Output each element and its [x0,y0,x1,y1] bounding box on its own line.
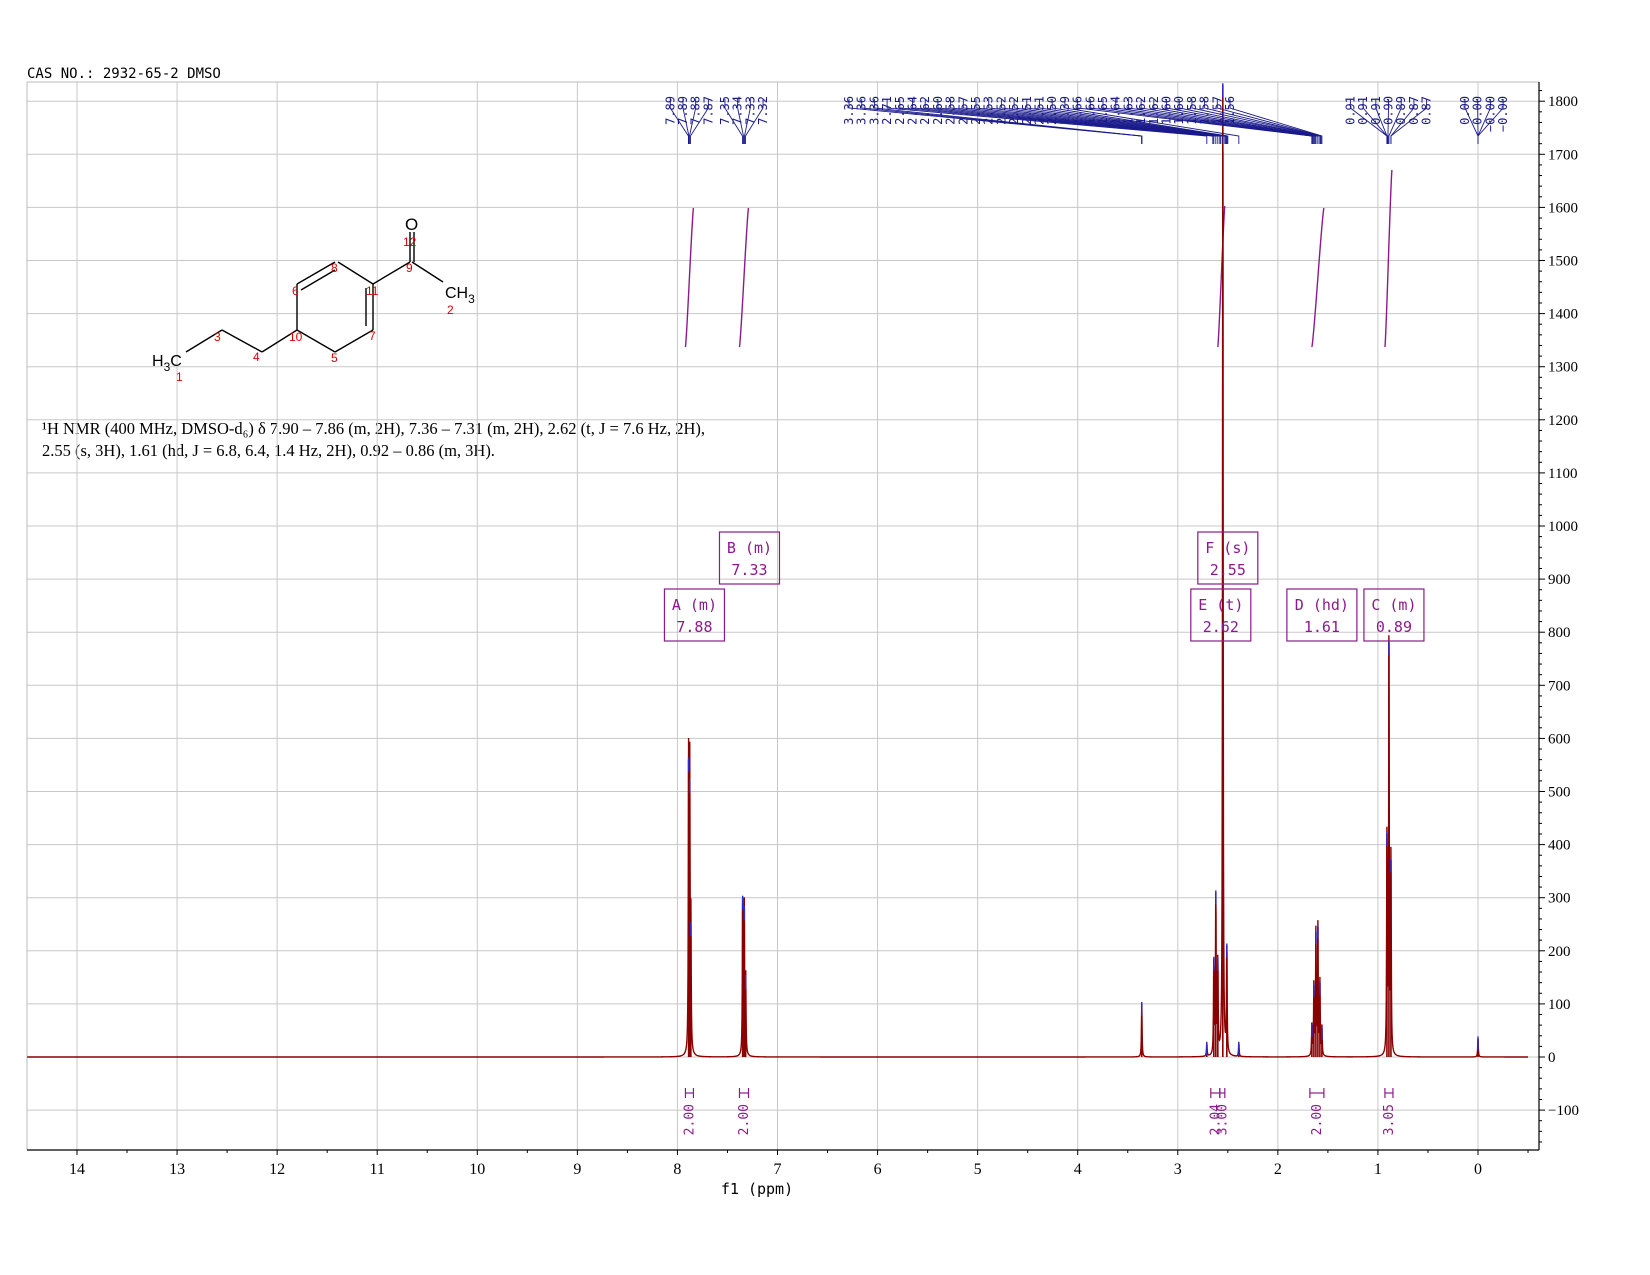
atom-number-2: 2 [447,303,454,317]
x-tick-label: 10 [469,1161,485,1178]
y-tick-label: 1800 [1548,94,1578,110]
multiplet-annotations: A (m) 7.88 B (m) 7.33 E (t) 2.62 F (s) 2.55 D (h… [663,531,1425,642]
integral-value: 2.00 [1310,1104,1325,1135]
y-axis: 1800170016001500140013001200110010009008… [1538,82,1579,1150]
y-tick-label: 600 [1548,731,1571,747]
y-tick-label: 1600 [1548,200,1578,216]
atom-number-3: 3 [214,330,221,344]
y-tick-label: 1300 [1548,360,1578,376]
x-tick-label: 6 [874,1161,882,1178]
y-tick-label: 1700 [1548,147,1578,163]
atom-number-10: 10 [289,330,303,344]
x-tick-label: 13 [169,1161,185,1178]
atom-number-7: 7 [369,329,376,343]
atom-number-11: 11 [366,284,379,298]
peak-label-leader [1229,99,1323,144]
x-tick-label: 0 [1474,1161,1482,1178]
multiplet-shift: 2.62 [1203,618,1239,636]
plot-frame [26,81,1539,1150]
structure-bonds [185,232,444,353]
oxygen-atom: O [405,215,418,234]
integral-curve [1384,169,1393,348]
atom-number-5: 5 [331,351,338,365]
multiplet-shift: 2.55 [1210,561,1246,579]
x-tick-label: 5 [974,1161,982,1178]
atom-number-4: 4 [253,350,260,364]
multiplet-label: F (s) [1205,539,1250,557]
multiplet-shift: 7.88 [676,618,712,636]
x-tick-label: 9 [573,1161,581,1178]
integral-curves [684,169,1393,348]
multiplet-label: D (hd) [1295,596,1349,614]
multiplet-label: E (t) [1198,596,1243,614]
y-tick-label: −100 [1548,1103,1579,1119]
atom-number-6: 6 [292,284,299,298]
y-tick-label: 1000 [1548,519,1578,535]
y-tick-label: 800 [1548,625,1571,641]
multiplet-shift: 7.33 [731,561,767,579]
y-tick-label: 200 [1548,944,1571,960]
nmr-spectrum-chart: 14 13 12 11 10 9 8 7 6 5 4 3 2 1 0f1 (ppm) 18001700160… [26,81,1579,1198]
y-tick-label: 400 [1548,838,1571,854]
x-tick-label: 11 [370,1161,385,1178]
y-tick-label: 300 [1548,891,1571,907]
y-tick-label: 700 [1548,678,1571,694]
y-tick-label: 900 [1548,572,1571,588]
y-tick-label: 0 [1548,1050,1556,1066]
integral-value: 2.00 [682,1104,697,1135]
x-tick-label: 7 [774,1161,782,1178]
molecule-structure: O CH3 H3C 1 2 3 4 5 6 7 8 9 10 11 12 [152,215,475,384]
atom-number-1: 1 [176,370,183,384]
y-tick-label: 1400 [1548,307,1578,323]
x-tick-label: 12 [269,1161,285,1178]
atom-number-9: 9 [406,261,413,275]
integral-curve [1217,205,1226,348]
x-tick-label: 14 [69,1161,85,1178]
multiplet-shift: 1.61 [1304,618,1340,636]
y-tick-label: 500 [1548,785,1571,801]
integral-value: 2.00 [737,1104,752,1135]
x-tick-label: 2 [1274,1161,1282,1178]
x-tick-label: 1 [1374,1161,1382,1178]
y-tick-label: 1500 [1548,254,1578,270]
integral-curve [1311,207,1325,348]
x-tick-label: 8 [673,1161,681,1178]
x-axis-label: f1 (ppm) [721,1180,793,1198]
atom-numbers: 1 2 3 4 5 6 7 8 9 10 11 12 [176,235,454,384]
y-tick-label: 100 [1548,997,1571,1013]
multiplet-label: B (m) [727,539,772,557]
grid-lines [27,82,1539,1150]
x-tick-label: 3 [1174,1161,1182,1178]
x-tick-label: 4 [1074,1161,1082,1178]
multiplet-label: C (m) [1371,596,1416,614]
y-tick-label: 1200 [1548,413,1578,429]
multiplet-shift: 0.89 [1376,618,1412,636]
atom-number-8: 8 [331,261,338,275]
integral-values: 2.00 2.00 2.043.00 2.00 3.05 [682,1088,1397,1135]
multiplet-label: A (m) [672,596,717,614]
integral-curve [738,207,750,348]
integral-value: 3.00 [1215,1104,1230,1135]
y-tick-label: 1100 [1548,466,1577,482]
x-axis: 14 13 12 11 10 9 8 7 6 5 4 3 2 1 0f1 (ppm) [27,1149,1539,1198]
peak-labels: 7.897.897.887.87 7.357.347.337.32 3.363.36… [663,96,1510,144]
atom-number-12: 12 [403,235,417,249]
integral-value: 3.05 [1382,1104,1397,1135]
integral-curve [684,207,695,348]
